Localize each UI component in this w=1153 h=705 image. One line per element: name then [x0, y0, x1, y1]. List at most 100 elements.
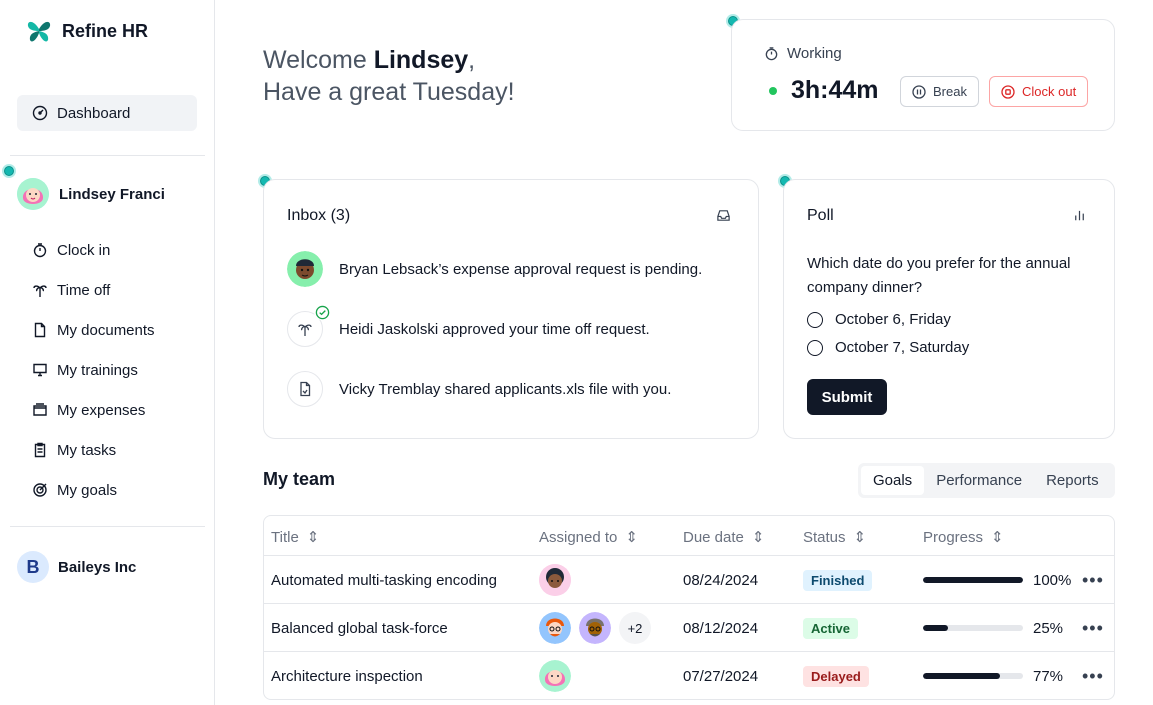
progress-bar — [923, 577, 1023, 583]
avatar — [539, 564, 571, 596]
progress-label: 25% — [1033, 619, 1064, 637]
working-status-label: Working — [787, 45, 842, 62]
team-title: My team — [263, 469, 336, 489]
column-header-title[interactable]: Title ⇕ — [271, 528, 319, 547]
row-title: Automated multi-tasking encoding — [271, 571, 497, 589]
refine-logo-icon — [27, 21, 51, 42]
row-assignees — [539, 652, 571, 699]
divider — [10, 155, 205, 156]
welcome-name: Lindsey — [373, 46, 469, 74]
sidebar-item-label: Time off — [57, 281, 111, 299]
inbox-item[interactable]: Bryan Lebsack’s expense approval request… — [287, 251, 702, 287]
more-assignees-badge[interactable]: +2 — [619, 612, 651, 644]
sidebar-item-my-goals[interactable]: My goals — [32, 470, 155, 510]
progress-fill — [923, 673, 1000, 679]
more-options-icon[interactable]: ••• — [1082, 556, 1104, 604]
more-options-icon[interactable]: ••• — [1082, 652, 1104, 699]
more-options-icon[interactable]: ••• — [1082, 604, 1104, 652]
column-label: Status — [803, 528, 846, 546]
brand[interactable]: Refine HR — [26, 18, 148, 44]
sidebar-item-my-expenses[interactable]: My expenses — [32, 390, 155, 430]
sort-icon: ⇕ — [991, 529, 1004, 546]
working-status: Working — [764, 45, 842, 62]
column-label: Due date — [683, 528, 744, 546]
tab-reports[interactable]: Reports — [1034, 466, 1111, 495]
org-name: Baileys Inc — [58, 558, 137, 576]
sidebar-item-clock-in[interactable]: Clock in — [32, 230, 155, 270]
sort-icon: ⇕ — [751, 529, 765, 546]
status-badge: Delayed — [803, 665, 869, 687]
submit-button[interactable]: Submit — [807, 379, 887, 415]
brand-name: Refine HR — [62, 20, 149, 41]
poll-option[interactable]: October 6, Friday — [807, 311, 951, 328]
welcome-subtitle: Have a great Tuesday! — [263, 78, 515, 106]
column-header-status[interactable]: Status ⇕ — [803, 528, 867, 547]
table-row[interactable]: Automated multi-tasking encoding 08/24/2… — [264, 556, 1114, 604]
row-title: Architecture inspection — [271, 667, 423, 685]
welcome-message: Welcome Lindsey, Have a great Tuesday! — [263, 44, 515, 108]
tab-goals[interactable]: Goals — [861, 466, 925, 495]
welcome-prefix: Welcome — [263, 46, 374, 74]
break-button[interactable]: Break — [900, 76, 979, 107]
poll-question: Which date do you prefer for the annual … — [807, 255, 1071, 296]
row-due-date: 08/24/2024 — [683, 571, 759, 589]
progress-fill — [923, 625, 948, 631]
sidebar-item-label: Clock in — [57, 241, 111, 259]
row-title: Balanced global task-force — [271, 619, 448, 637]
inbox-icon[interactable] — [716, 208, 731, 223]
clock-out-button[interactable]: Clock out — [989, 76, 1089, 107]
work-timer: 3h:44m — [769, 76, 879, 105]
sidebar-item-label: Dashboard — [57, 104, 131, 122]
divider — [10, 526, 205, 527]
table-header: Title ⇕ Assigned to ⇕ Due date ⇕ Status ⇕ Pr… — [264, 516, 1114, 556]
column-label: Progress — [923, 528, 984, 546]
inbox-item[interactable]: Heidi Jaskolski approved your time off r… — [287, 304, 650, 347]
sidebar-item-my-trainings[interactable]: My trainings — [32, 350, 155, 390]
poll-title: Poll — [807, 207, 834, 224]
team-table: Title ⇕ Assigned to ⇕ Due date ⇕ Status ⇕ Pr… — [263, 515, 1115, 700]
inbox-item-icon — [287, 304, 330, 347]
inbox-item-text: Bryan Lebsack’s expense approval request… — [339, 260, 703, 278]
poll-option-label: October 6, Friday — [835, 311, 951, 328]
row-assignees: +2 — [539, 604, 651, 652]
column-header-assigned[interactable]: Assigned to ⇕ — [539, 528, 638, 547]
sidebar-item-my-documents[interactable]: My documents — [32, 310, 155, 350]
progress-label: 77% — [1033, 667, 1064, 685]
palm-tree-icon — [33, 285, 47, 297]
radio-button[interactable] — [807, 339, 823, 356]
sidebar-item-label: My tasks — [57, 441, 117, 459]
row-assignees — [539, 556, 571, 604]
team-tabs: Goals Performance Reports — [858, 463, 1115, 498]
stopwatch-icon — [765, 47, 778, 61]
row-status: Finished — [803, 556, 873, 604]
table-row[interactable]: Architecture inspection 07/27/2024 Delay… — [264, 652, 1114, 699]
break-label: Break — [933, 84, 967, 99]
poll-card: Poll Which date do you prefer for the an… — [783, 179, 1115, 439]
welcome-suffix: , — [468, 46, 476, 74]
inbox-item[interactable]: Vicky Tremblay shared applicants.xls fil… — [287, 371, 671, 407]
table-row[interactable]: Balanced global task-force +2 08/12/2024… — [264, 604, 1114, 652]
org-switcher[interactable]: B Baileys Inc — [17, 551, 136, 583]
row-status: Active — [803, 604, 859, 652]
org-avatar: B — [17, 551, 49, 583]
tab-performance[interactable]: Performance — [924, 466, 1034, 495]
stopwatch-icon — [33, 243, 47, 258]
inbox-card: Inbox (3) Bryan Lebsack’s expense approv… — [263, 179, 759, 439]
poll-option[interactable]: October 7, Saturday — [807, 339, 969, 356]
sidebar-item-label: My goals — [57, 481, 118, 499]
sidebar-item-label: My documents — [57, 321, 155, 339]
sidebar-item-dashboard[interactable]: Dashboard — [17, 95, 197, 131]
sidebar: Refine HR Dashboard Lindsey Franci Clock… — [0, 0, 215, 705]
column-header-due-date[interactable]: Due date ⇕ — [683, 528, 765, 547]
radio-button[interactable] — [807, 311, 823, 328]
sidebar-item-my-tasks[interactable]: My tasks — [32, 430, 155, 470]
sort-icon: ⇕ — [853, 529, 867, 546]
sidebar-nav: Clock in Time off My documents My traini… — [32, 230, 155, 510]
progress-fill — [923, 577, 1023, 583]
bar-chart-icon[interactable] — [1072, 208, 1087, 223]
user-profile[interactable]: Lindsey Franci — [17, 178, 165, 210]
column-label: Assigned to — [539, 528, 618, 546]
sidebar-item-time-off[interactable]: Time off — [32, 270, 155, 310]
column-header-progress[interactable]: Progress ⇕ — [923, 528, 1004, 547]
avatar — [17, 178, 49, 210]
